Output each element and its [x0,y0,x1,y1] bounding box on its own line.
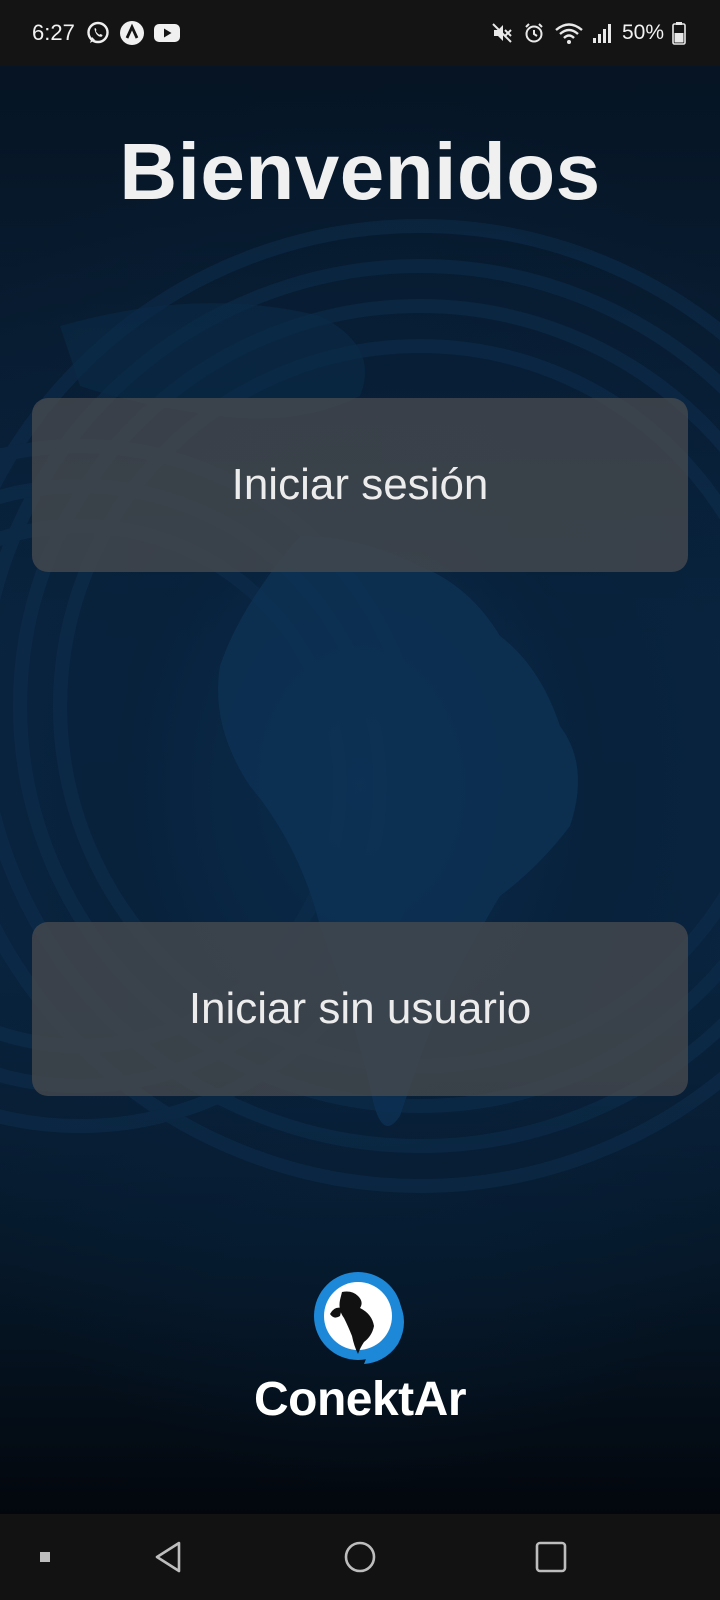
back-icon[interactable] [146,1535,190,1579]
home-icon[interactable] [338,1535,382,1579]
signal-icon [592,22,614,44]
recents-dot-icon[interactable] [23,1535,67,1579]
login-button[interactable]: Iniciar sesión [32,398,688,572]
app-notification-icon [119,20,145,46]
battery-icon [672,21,686,45]
overview-icon[interactable] [529,1535,573,1579]
logo-text: ConektAr [253,1373,467,1426]
guest-login-button[interactable]: Iniciar sin usuario [32,922,688,1096]
alarm-icon [522,21,546,45]
status-bar: 6:27 50% [0,0,720,66]
status-time: 6:27 [32,20,75,45]
status-left: 6:27 [32,20,181,46]
navigation-bar [0,1514,720,1600]
battery-percentage: 50% [621,21,664,44]
main-screen: Bienvenidos Iniciar sesión Iniciar sin u… [0,66,720,1514]
conektar-logo: ConektAr [230,1262,490,1442]
whatsapp-icon [85,20,111,46]
wifi-icon [554,21,584,45]
youtube-icon [153,22,181,44]
globe-logo-icon [314,1272,404,1364]
mute-icon [490,21,514,45]
page-title: Bienvenidos [119,127,601,216]
status-right: 50% [490,21,686,45]
